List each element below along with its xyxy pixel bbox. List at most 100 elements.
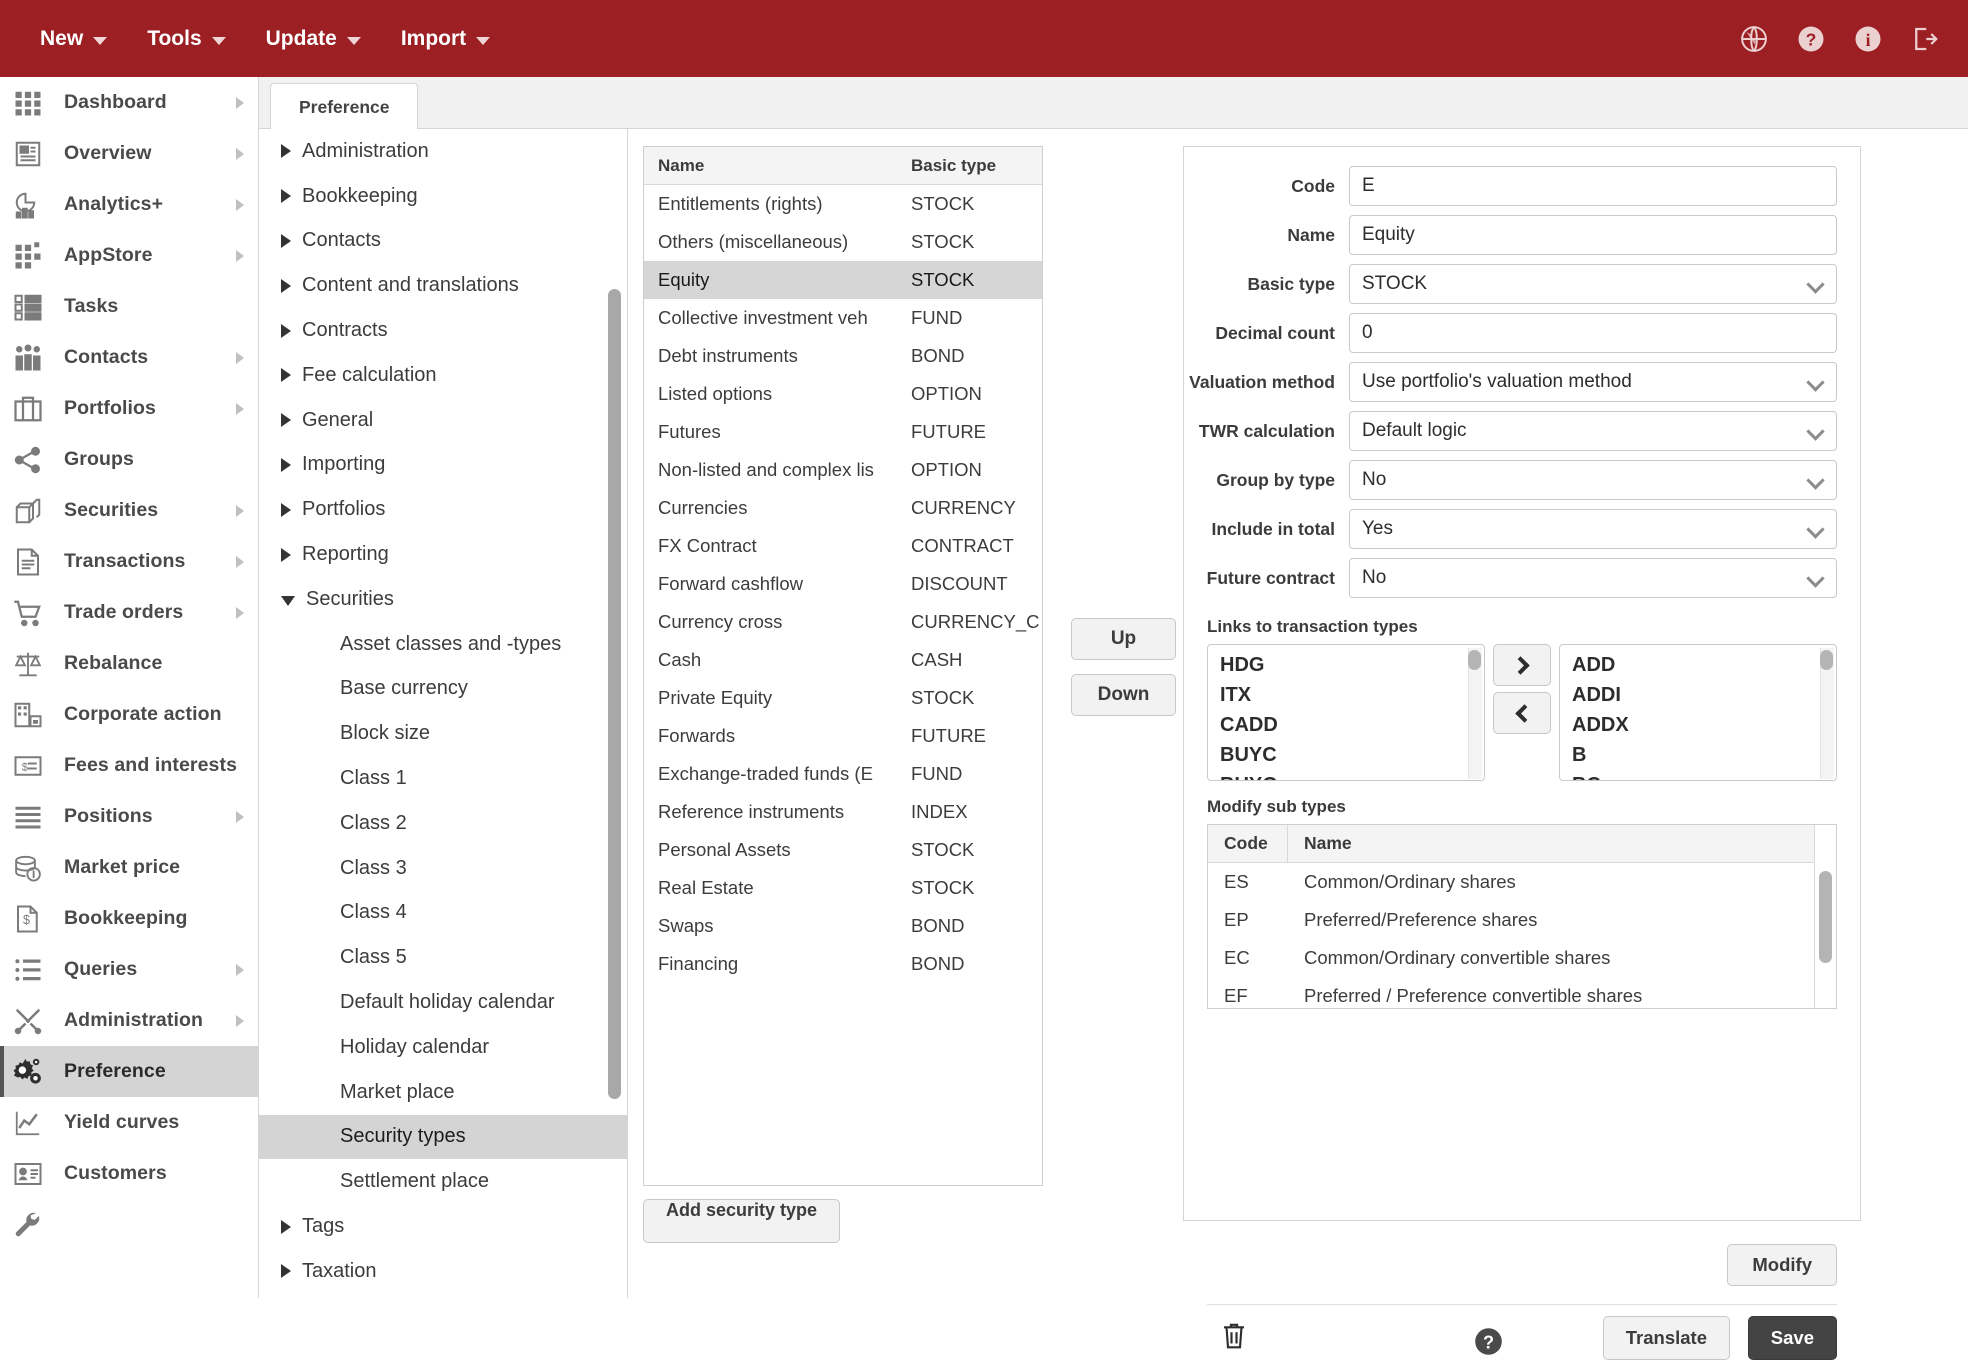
tab-preference[interactable]: Preference [270,83,419,130]
input-name[interactable]: Equity [1349,215,1837,255]
sidebar[interactable]: Dashboard Overview Analytics+ AppStore Tasks… [0,77,259,1298]
sidebar-item-trade-orders[interactable]: Trade orders [0,587,258,638]
table-row[interactable]: Collective investment veh FUND [644,299,1042,337]
triangle-right-icon[interactable] [281,1219,291,1234]
save-button[interactable]: Save [1747,1316,1837,1360]
add-link-button[interactable] [1493,644,1551,686]
table-row[interactable]: Swaps BOND [644,907,1042,945]
translate-button[interactable]: Translate [1602,1316,1730,1360]
tree-item-content-and-translations[interactable]: Content and translations [259,263,627,308]
tree-item-securities[interactable]: Securities [259,577,627,622]
selected-transaction-types[interactable]: ADDADDIADDXBBC [1559,644,1837,781]
sidebar-item-bookkeeping[interactable]: $ Bookkeeping [0,893,258,944]
tree-item-security-types[interactable]: Security types [259,1114,627,1160]
tree-item-class-3[interactable]: Class 3 [259,846,627,891]
selected-list-item[interactable]: B [1560,740,1836,770]
triangle-right-icon[interactable] [281,323,291,338]
triangle-right-icon[interactable] [281,457,291,472]
sub-type-row[interactable]: EF Preferred / Preference convertible sha… [1208,977,1836,1008]
sidebar-item-fees-and-interests[interactable]: $ Fees and interests [0,740,258,791]
tree-item-asset-classes-and-types[interactable]: Asset classes and -types [259,622,627,667]
input-decimal-count[interactable]: 0 [1349,313,1837,353]
tree-item-importing[interactable]: Importing [259,443,627,488]
tree-item-block-size[interactable]: Block size [259,711,627,756]
triangle-right-icon[interactable] [281,278,291,293]
selected-list-item[interactable]: ADD [1560,650,1836,680]
help-icon[interactable]: ? [1796,24,1826,54]
triangle-right-icon[interactable] [281,1264,291,1279]
table-row[interactable]: Futures FUTURE [644,413,1042,451]
available-list-item[interactable]: ITX [1208,680,1484,710]
menu-import[interactable]: Import [381,21,510,57]
sidebar-item-tasks[interactable]: Tasks [0,281,258,332]
table-row[interactable]: Currencies CURRENCY [644,489,1042,527]
triangle-right-icon[interactable] [281,547,291,562]
tree-item-market-place[interactable]: Market place [259,1070,627,1115]
table-row[interactable]: Reference instruments INDEX [644,793,1042,831]
table-row[interactable]: Currency cross CURRENCY_C [644,603,1042,641]
sub-types-table[interactable]: Code Name ES Common/Ordinary shares EP Pref… [1207,824,1837,1009]
info-icon[interactable]: i [1853,24,1883,54]
trash-icon[interactable] [1219,1319,1249,1353]
select-include-in-total[interactable]: Yes [1349,509,1837,549]
sidebar-item-securities[interactable]: Securities [0,485,258,536]
add-security-type-button[interactable]: Add security type [643,1199,841,1243]
menu-new[interactable]: New [20,21,127,57]
input-code[interactable]: E [1349,166,1837,206]
available-list-item[interactable]: BUYC [1208,740,1484,770]
tree-item-general[interactable]: General [259,398,627,443]
sidebar-item-transactions[interactable]: Transactions [0,536,258,587]
modify-button[interactable]: Modify [1727,1244,1837,1286]
tree-item-default-holiday-calendar[interactable]: Default holiday calendar [259,980,627,1025]
tree-item-settlement-place[interactable]: Settlement place [259,1159,627,1204]
logout-icon[interactable] [1910,24,1940,54]
tree-scrollbar-thumb[interactable] [608,289,621,1099]
move-down-button[interactable]: Down [1071,674,1176,716]
tree-item-base-currency[interactable]: Base currency [259,667,627,712]
sidebar-item-customers[interactable]: Customers [0,1148,258,1199]
table-row[interactable]: Cash CASH [644,641,1042,679]
menu-update[interactable]: Update [246,21,381,57]
globe-icon[interactable] [1739,24,1769,54]
sidebar-item-appstore[interactable]: AppStore [0,230,258,281]
sidebar-item-positions[interactable]: Positions [0,791,258,842]
tree-item-class-1[interactable]: Class 1 [259,756,627,801]
sidebar-item-groups[interactable]: Groups [0,434,258,485]
tree-item-bookkeeping[interactable]: Bookkeeping [259,174,627,219]
tree-item-fee-calculation[interactable]: Fee calculation [259,353,627,398]
sidebar-item-extra[interactable] [0,1199,258,1250]
sidebar-item-market-price[interactable]: Market price [0,842,258,893]
selected-list-item[interactable]: ADDX [1560,710,1836,740]
table-row[interactable]: Real Estate STOCK [644,869,1042,907]
sidebar-item-portfolios[interactable]: Portfolios [0,383,258,434]
sub-types-scrollbar-thumb[interactable] [1819,871,1832,963]
sidebar-item-rebalance[interactable]: Rebalance [0,638,258,689]
table-row[interactable]: Forward cashflow DISCOUNT [644,565,1042,603]
table-row[interactable]: FX Contract CONTRACT [644,527,1042,565]
sub-type-row[interactable]: EP Preferred/Preference shares [1208,901,1836,939]
sidebar-item-overview[interactable]: Overview [0,128,258,179]
tree-item-class-4[interactable]: Class 4 [259,891,627,936]
available-list-item[interactable]: CADD [1208,710,1484,740]
triangle-right-icon[interactable] [281,233,291,248]
table-row[interactable]: Forwards FUTURE [644,717,1042,755]
preference-tree[interactable]: Administration Bookkeeping Contacts Content… [259,129,628,1298]
sidebar-item-administration[interactable]: Administration [0,995,258,1046]
available-list-item[interactable]: BUYO [1208,770,1484,780]
selected-list-item[interactable]: ADDI [1560,680,1836,710]
sidebar-item-queries[interactable]: Queries [0,944,258,995]
table-row[interactable]: Listed options OPTION [644,375,1042,413]
table-row[interactable]: Others (miscellaneous) STOCK [644,223,1042,261]
triangle-right-icon[interactable] [281,144,291,159]
sidebar-item-yield-curves[interactable]: Yield curves [0,1097,258,1148]
table-row[interactable]: Entitlements (rights) STOCK [644,185,1042,223]
sidebar-item-corporate-action[interactable]: Corporate action [0,689,258,740]
triangle-down-icon[interactable] [281,595,295,606]
tree-item-class-2[interactable]: Class 2 [259,801,627,846]
table-row[interactable]: Debt instruments BOND [644,337,1042,375]
sidebar-item-preference[interactable]: Preference [0,1046,258,1097]
select-twr-calculation[interactable]: Default logic [1349,411,1837,451]
tree-item-administration[interactable]: Administration [259,129,627,174]
security-types-table[interactable]: Name Basic type Entitlements (rights) STO… [643,146,1043,1186]
tree-item-contacts[interactable]: Contacts [259,219,627,264]
